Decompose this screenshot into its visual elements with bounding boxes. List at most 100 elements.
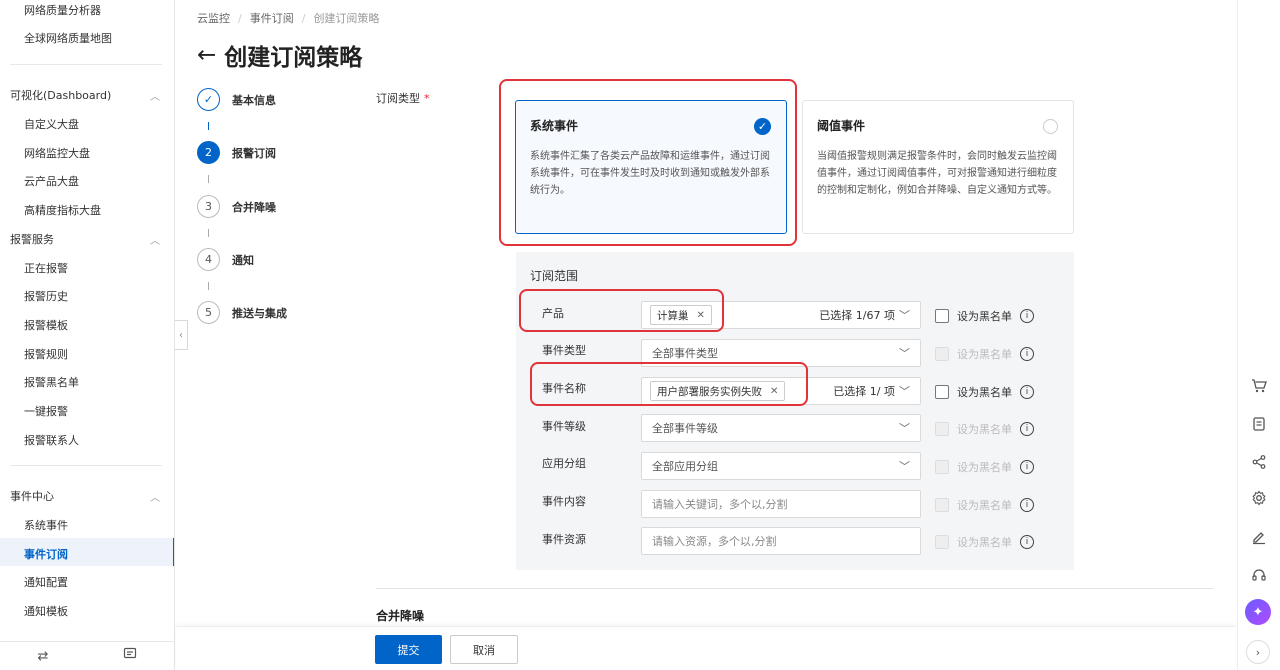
info-icon[interactable]: i — [1020, 535, 1034, 549]
step-merge-denoise[interactable]: 3 合并降噪 — [197, 195, 276, 218]
sidebar-item-custom-dashboard[interactable]: 自定义大盘 — [24, 116, 79, 132]
sidebar-item-notification-templates[interactable]: 通知模板 — [24, 603, 68, 619]
blacklist-checkbox-event-type[interactable]: 设为黑名单 i — [935, 346, 1034, 362]
back-arrow-icon[interactable]: ← — [197, 42, 216, 68]
sidebar-item-network-quality-analyzer[interactable]: 网络质量分析器 — [24, 2, 101, 18]
gear-icon[interactable] — [1250, 489, 1268, 507]
scope-title: 订阅范围 — [530, 269, 579, 283]
info-icon[interactable]: i — [1020, 347, 1034, 361]
sidebar-item-active-alarms[interactable]: 正在报警 — [24, 260, 68, 276]
info-icon[interactable]: i — [1020, 498, 1034, 512]
info-icon[interactable]: i — [1020, 309, 1034, 323]
edit-icon[interactable] — [1250, 528, 1268, 546]
headset-icon[interactable] — [1250, 566, 1268, 584]
event-resource-label: 事件资源 — [542, 533, 586, 546]
sidebar-item-notification-config[interactable]: 通知配置 — [24, 574, 68, 590]
chevron-down-icon: ﹀ — [899, 460, 910, 473]
ai-assistant-icon[interactable]: ✦ — [1245, 599, 1271, 625]
checkbox[interactable] — [935, 347, 949, 361]
cancel-button[interactable]: 取消 — [450, 635, 518, 664]
checkbox[interactable] — [935, 498, 949, 512]
section-divider — [376, 588, 1214, 589]
blacklist-checkbox-event-content[interactable]: 设为黑名单 i — [935, 497, 1034, 513]
sidebar-item-alarm-contacts[interactable]: 报警联系人 — [24, 432, 79, 448]
document-icon[interactable] — [1250, 415, 1268, 433]
chevron-up-icon: ︿ — [150, 235, 160, 247]
chevron-down-icon: ﹀ — [899, 347, 910, 360]
info-icon[interactable]: i — [1020, 385, 1034, 399]
cart-icon[interactable] — [1250, 377, 1268, 395]
sidebar-item-alarm-rules[interactable]: 报警规则 — [24, 346, 68, 362]
event-name-select[interactable]: 用户部署服务实例失败 ✕ 已选择 1/ 项 ﹀ — [641, 377, 921, 405]
step-push-integration[interactable]: 5 推送与集成 — [197, 301, 287, 324]
checkbox[interactable] — [935, 535, 949, 549]
sidebar-group-alarm[interactable]: 报警服务 ︿ — [10, 231, 160, 247]
event-type-select[interactable]: 全部事件类型 ﹀ — [641, 339, 921, 367]
product-select[interactable]: 计算巢 ✕ 已选择 1/67 项 ﹀ — [641, 301, 921, 329]
close-icon[interactable]: ✕ — [697, 310, 705, 321]
page-title-text: 创建订阅策略 — [224, 45, 363, 71]
sidebar-item-event-subscription[interactable]: 事件订阅 — [24, 546, 68, 562]
checkbox[interactable] — [935, 460, 949, 474]
info-icon[interactable]: i — [1020, 460, 1034, 474]
close-icon[interactable]: ✕ — [770, 386, 778, 397]
sidebar-item-one-click-alarm[interactable]: 一键报警 — [24, 403, 68, 419]
type-card-system-event[interactable]: 系统事件 ✓ 系统事件汇集了各类云产品故障和运维事件，通过订阅系统事件，可在事件… — [515, 100, 787, 234]
checkbox[interactable] — [935, 385, 949, 399]
step-alarm-subscription[interactable]: 2 报警订阅 — [197, 141, 276, 164]
submit-button[interactable]: 提交 — [375, 635, 442, 664]
sidebar-item-alarm-blacklist[interactable]: 报警黑名单 — [24, 374, 79, 390]
app-group-select[interactable]: 全部应用分组 ﹀ — [641, 452, 921, 480]
blacklist-checkbox-event-resource[interactable]: 设为黑名单 i — [935, 534, 1034, 550]
blacklist-checkbox-app-group[interactable]: 设为黑名单 i — [935, 459, 1034, 475]
event-content-label: 事件内容 — [542, 495, 586, 508]
type-card-threshold-event[interactable]: 阈值事件 当阈值报警规则满足报警条件时，会同时触发云监控阈值事件，通过订阅阈值事… — [802, 100, 1074, 234]
sidebar-item-alarm-history[interactable]: 报警历史 — [24, 288, 68, 304]
radio-icon[interactable] — [1043, 119, 1058, 134]
page-title: ← 创建订阅策略 — [197, 38, 362, 72]
checkbox[interactable] — [935, 309, 949, 323]
info-icon[interactable]: i — [1020, 422, 1034, 436]
chevron-left-icon: ‹ — [179, 329, 183, 341]
step-connector — [208, 175, 209, 183]
sidebar-group-event-center[interactable]: 事件中心 ︿ — [10, 488, 160, 504]
checkbox-label: 设为黑名单 — [957, 348, 1012, 361]
message-icon[interactable] — [123, 647, 137, 665]
blacklist-checkbox-event-name[interactable]: 设为黑名单 i — [935, 384, 1034, 400]
sidebar-group-label: 可视化(Dashboard) — [10, 89, 112, 102]
blacklist-checkbox-product[interactable]: 设为黑名单 i — [935, 308, 1034, 324]
event-level-select[interactable]: 全部事件等级 ﹀ — [641, 414, 921, 442]
type-card-title: 阈值事件 — [817, 119, 866, 133]
event-resource-input[interactable]: 请输入资源，多个以,分割 — [641, 527, 921, 555]
breadcrumb-item[interactable]: 事件订阅 — [250, 12, 294, 25]
sidebar-collapse-toggle[interactable]: ‹ — [175, 320, 188, 350]
checkbox[interactable] — [935, 422, 949, 436]
event-content-input[interactable]: 请输入关键词，多个以,分割 — [641, 490, 921, 518]
product-label: 产品 — [542, 307, 564, 320]
subscription-type-label: 订阅类型 * — [376, 90, 430, 106]
sidebar-group-dashboard[interactable]: 可视化(Dashboard) ︿ — [10, 87, 160, 103]
required-mark: * — [424, 92, 430, 105]
chevron-right-icon[interactable]: › — [1246, 640, 1270, 664]
sidebar-item-network-dashboard[interactable]: 网络监控大盘 — [24, 145, 90, 161]
sidebar-item-product-dashboard[interactable]: 云产品大盘 — [24, 173, 79, 189]
share-icon[interactable] — [1250, 453, 1268, 471]
tag-label: 用户部署服务实例失败 — [657, 385, 762, 398]
step-connector — [208, 122, 209, 130]
breadcrumb-item[interactable]: 云监控 — [197, 12, 230, 25]
sidebar-item-global-network-map[interactable]: 全球网络质量地图 — [24, 30, 112, 46]
sidebar-item-alarm-templates[interactable]: 报警模板 — [24, 317, 68, 333]
sidebar-divider — [10, 64, 162, 65]
sidebar-item-high-precision-dashboard[interactable]: 高精度指标大盘 — [24, 202, 101, 218]
step-basic-info[interactable]: ✓ 基本信息 — [197, 88, 276, 111]
step-notification[interactable]: 4 通知 — [197, 248, 254, 271]
blacklist-checkbox-event-level[interactable]: 设为黑名单 i — [935, 421, 1034, 437]
input-placeholder: 请输入资源，多个以,分割 — [652, 535, 777, 548]
event-type-label: 事件类型 — [542, 344, 586, 357]
step-label: 基本信息 — [232, 93, 276, 107]
select-placeholder: 全部事件类型 — [652, 347, 718, 360]
swap-icon[interactable]: ⇄ — [38, 649, 49, 664]
sidebar-item-system-events[interactable]: 系统事件 — [24, 517, 68, 533]
sidebar-group-label: 报警服务 — [10, 233, 54, 246]
app-group-label: 应用分组 — [542, 457, 586, 470]
